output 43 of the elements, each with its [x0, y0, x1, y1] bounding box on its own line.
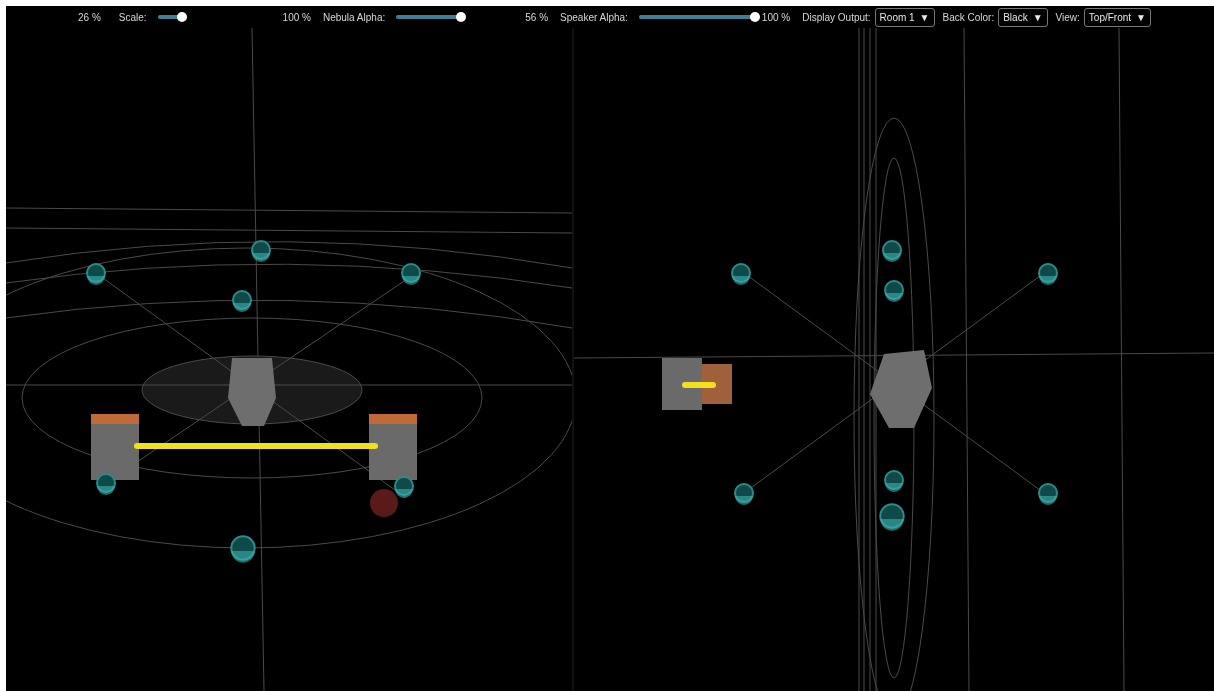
caret-icon: ▼ [1032, 9, 1043, 25]
speaker-marker-icon [884, 280, 904, 302]
speaker-marker-icon [86, 263, 106, 285]
slider-reading: 100 % [761, 10, 791, 25]
speaker-marker-icon [230, 535, 256, 563]
slider-reading: 100 % [282, 10, 311, 25]
slider-thumb[interactable] [749, 12, 760, 22]
slider-reading: 26 % [78, 10, 101, 25]
dropdown-label: View: [1055, 10, 1080, 25]
speaker-marker-icon [882, 240, 902, 262]
speaker-cabinet-drawing [91, 414, 139, 480]
dropdown[interactable]: Room 1 ▼ [874, 7, 935, 27]
source-sphere-icon [370, 489, 398, 517]
slider-label: Nebula Alpha: [322, 10, 386, 25]
dropdown-label: Display Output: [802, 10, 871, 25]
slider-thumb[interactable] [176, 12, 187, 22]
speaker-marker-icon [96, 473, 116, 495]
speaker-marker-icon [232, 290, 252, 312]
speaker-marker-icon [394, 476, 414, 498]
speaker-cabinet-drawing [662, 358, 732, 410]
slider-thumb[interactable] [456, 12, 467, 22]
dropdown-value: Room 1 [879, 10, 915, 25]
speaker-marker-icon [731, 263, 751, 285]
slider-reading: 56 % [525, 10, 549, 25]
caret-icon: ▼ [1136, 9, 1146, 25]
speaker-cabinet-drawing [369, 414, 417, 480]
dropdown[interactable]: Black ▼ [998, 7, 1048, 27]
head-drawing [228, 358, 276, 426]
caret-icon: ▼ [919, 9, 930, 25]
dropdown-value: Black [1003, 10, 1028, 25]
sound-beam-drawing [682, 382, 716, 388]
speaker-marker-icon [734, 483, 754, 505]
slider-label: Scale: [118, 10, 147, 25]
speaker-marker-icon [1038, 483, 1058, 505]
speaker-marker-icon [884, 470, 904, 492]
dropdown-value: Top/Front [1088, 10, 1132, 25]
speaker-marker-icon [1038, 263, 1058, 285]
speaker-marker-icon [879, 503, 905, 531]
dropdown-label: Back Color: [942, 10, 995, 25]
dropdown[interactable]: Top/Front ▼ [1083, 7, 1151, 27]
speaker-marker-icon [401, 263, 421, 285]
speaker-marker-icon [251, 240, 271, 262]
slider-label: Speaker Alpha: [560, 10, 628, 25]
